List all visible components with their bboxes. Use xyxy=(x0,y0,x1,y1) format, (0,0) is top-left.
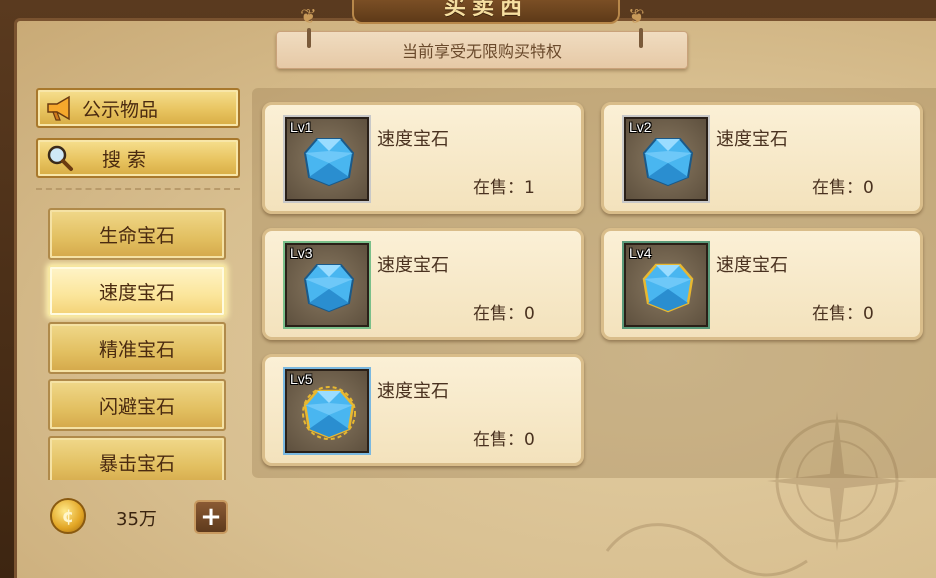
category-label: 速度宝石 xyxy=(98,281,175,304)
item-name: 速度宝石 xyxy=(716,255,788,276)
megaphone-icon xyxy=(38,95,82,121)
item-stock: 在售：0 xyxy=(473,430,535,450)
item-level: Lv1 xyxy=(290,119,313,135)
window-title-plate: 买卖西 xyxy=(352,0,620,24)
announce-items-button[interactable]: 公示物品 xyxy=(36,88,240,128)
category-item-crit-gem[interactable]: 暴击宝石 xyxy=(48,436,226,480)
category-item-speed-gem[interactable]: 速度宝石 xyxy=(48,265,226,317)
item-slot: Lv5 xyxy=(285,369,369,453)
item-level: Lv5 xyxy=(290,371,313,387)
item-level: Lv4 xyxy=(629,245,652,261)
category-list[interactable]: 生命宝石 速度宝石 精准宝石 闪避宝石 暴击宝石 xyxy=(36,196,240,480)
gold-balance-row: ¢ 35万 + xyxy=(36,488,240,542)
item-name: 速度宝石 xyxy=(716,129,788,150)
gem-icon xyxy=(303,138,355,187)
item-level: Lv2 xyxy=(629,119,652,135)
category-item-accuracy-gem[interactable]: 精准宝石 xyxy=(48,322,226,374)
privilege-text: 当前享受无限购买特权 xyxy=(401,42,562,61)
title-ornament-left: ❦ xyxy=(300,4,317,28)
shop-window-frame: 买卖西 ❦ ❦ 当前享受无限购买特权 公示物品 搜 索 生命宝石 速度宝石 精准… xyxy=(0,0,936,578)
category-label: 闪避宝石 xyxy=(98,395,175,418)
gem-icon xyxy=(302,386,356,440)
search-label: 搜 索 xyxy=(102,148,147,171)
item-card[interactable]: Lv4 速度宝石 在售：0 xyxy=(601,228,923,340)
item-slot: Lv4 xyxy=(624,243,708,327)
window-title: 买卖西 xyxy=(443,0,528,20)
item-slot: Lv1 xyxy=(285,117,369,201)
item-name: 速度宝石 xyxy=(377,255,449,276)
item-stock: 在售：1 xyxy=(473,178,535,198)
item-level: Lv3 xyxy=(290,245,313,261)
item-name: 速度宝石 xyxy=(377,381,449,402)
item-slot: Lv2 xyxy=(624,117,708,201)
title-ornament-right: ❦ xyxy=(628,4,645,28)
magnifier-icon xyxy=(38,144,82,172)
plus-icon: + xyxy=(200,502,222,532)
gem-icon xyxy=(303,264,355,313)
banner-pin xyxy=(639,28,643,48)
item-card[interactable]: Lv1 速度宝石 在售：1 xyxy=(262,102,584,214)
category-item-life-gem[interactable]: 生命宝石 xyxy=(48,208,226,260)
category-item-dodge-gem[interactable]: 闪避宝石 xyxy=(48,379,226,431)
add-gold-button[interactable]: + xyxy=(194,500,228,534)
coin-icon: ¢ xyxy=(50,498,86,534)
item-name: 速度宝石 xyxy=(377,129,449,150)
coin-symbol: ¢ xyxy=(61,505,75,527)
item-card[interactable]: Lv5 速度宝石 在售：0 xyxy=(262,354,584,466)
item-card[interactable]: Lv3 速度宝石 在售：0 xyxy=(262,228,584,340)
category-label: 生命宝石 xyxy=(98,224,175,247)
banner-pin xyxy=(307,28,311,48)
gem-icon xyxy=(642,138,694,187)
item-card[interactable]: Lv2 速度宝石 在售：0 xyxy=(601,102,923,214)
category-label: 精准宝石 xyxy=(98,338,175,361)
item-slot: Lv3 xyxy=(285,243,369,327)
item-stock: 在售：0 xyxy=(812,304,874,324)
gem-icon xyxy=(642,263,694,313)
sidebar-divider xyxy=(36,188,240,190)
search-button[interactable]: 搜 索 xyxy=(36,138,240,178)
item-stock: 在售：0 xyxy=(812,178,874,198)
gold-amount: 35万 xyxy=(116,509,157,530)
item-stock: 在售：0 xyxy=(473,304,535,324)
category-label: 暴击宝石 xyxy=(98,452,175,475)
item-grid: Lv1 速度宝石 在售：1 Lv2 速度宝石 在售：0 Lv3 速度宝石 在售：… xyxy=(252,88,936,478)
privilege-banner: 当前享受无限购买特权 xyxy=(276,28,688,69)
announce-items-label: 公示物品 xyxy=(82,98,159,121)
